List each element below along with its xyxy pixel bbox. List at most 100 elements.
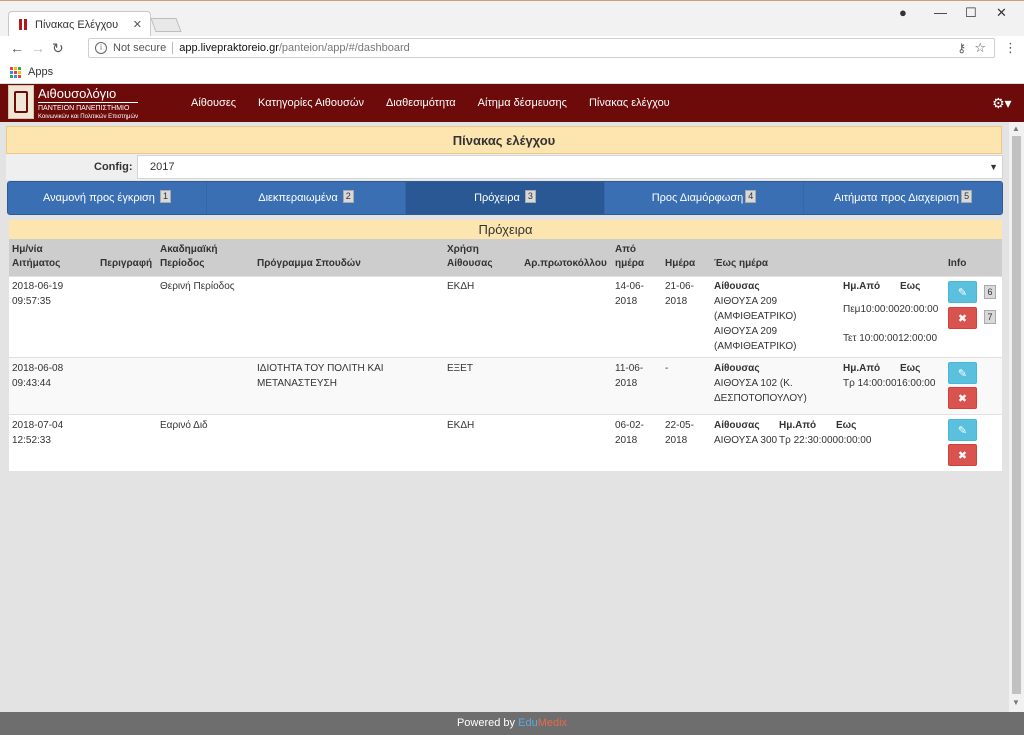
time-slot: Τετ 10:00:0012:00:00: [843, 333, 938, 344]
app-logo[interactable]: Αιθουσολόγιο ΠΑΝΤΕΙΟΝ ΠΑΝΕΠΙΣΤΗΜΙΟ Κοινω…: [8, 85, 178, 121]
count-badge: 5: [961, 190, 973, 203]
room-usage: ΕΞΕΤ: [447, 363, 473, 374]
table-row: 2018-06-08 09:43:44 ΙΔΙΟΤΗΤΑ ΤΟΥ ΠΟΛΙΤΗ Κ…: [9, 357, 1002, 414]
nav-availability[interactable]: Διαθεσιμότητα: [386, 97, 456, 109]
window-close-icon[interactable]: ✕: [996, 5, 1007, 21]
gear-icon[interactable]: ⚙▾: [992, 95, 1012, 112]
favicon-icon: [19, 19, 29, 30]
browser-tab[interactable]: Πίνακας Ελέγχου ✕: [8, 11, 151, 37]
apps-bookmark[interactable]: Apps: [28, 66, 53, 78]
scroll-thumb[interactable]: [1012, 136, 1021, 694]
drafts-table: Ημ/νία Αιτήματος Περιγραφή Ακαδημαϊκή Περί…: [9, 239, 1002, 471]
edit-button[interactable]: ✎: [948, 362, 977, 384]
request-date: 2018-07-04 12:52:33: [12, 420, 64, 446]
request-date: 2018-06-08 09:43:44: [12, 363, 64, 389]
config-select[interactable]: 2017 ▼: [137, 155, 1003, 179]
browser-menu-icon[interactable]: ⋮: [1004, 40, 1017, 56]
tab-title: Πίνακας Ελέγχου: [35, 18, 119, 31]
tab-completed[interactable]: Διεκπεραιωμένα 2: [207, 182, 406, 214]
config-label: Config:: [94, 161, 133, 173]
from-date: 14-06- 2018: [615, 281, 644, 307]
room-list: Αίθουσας ΑΙΘΟΥΣΑ 102 (Κ. ΔΕΣΠΟΤΟΠΟΥΛΟΥ): [714, 363, 807, 404]
back-icon[interactable]: ←: [10, 40, 24, 56]
close-icon: ✖: [957, 313, 968, 325]
col-until-day[interactable]: Έως ημέρα: [714, 257, 768, 271]
section-title: Πρόχειρα: [9, 220, 1002, 239]
time-slot: Τρ 14:00:0016:00:00: [843, 378, 936, 389]
key-icon[interactable]: ⚷: [957, 41, 966, 55]
delete-button[interactable]: ✖: [948, 444, 977, 466]
delete-button[interactable]: ✖: [948, 307, 977, 329]
time-slot: Τρ 22:30:0000:00:00: [779, 435, 872, 446]
app-navbar: Αιθουσολόγιο ΠΑΝΤΕΙΟΝ ΠΑΝΕΠΙΣΤΗΜΙΟ Κοινω…: [0, 84, 1024, 122]
footer: Powered by EduMedix: [0, 712, 1024, 735]
day-date: 21-06- 2018: [665, 281, 694, 307]
delete-button[interactable]: ✖: [948, 387, 977, 409]
tab-drafts[interactable]: Πρόχειρα 3: [406, 182, 605, 214]
minimize-icon[interactable]: —: [934, 5, 947, 20]
nav-room-categories[interactable]: Κατηγορίες Αιθουσών: [258, 97, 364, 109]
room-usage: ΕΚΔΗ: [447, 420, 475, 431]
apps-icon[interactable]: [10, 66, 21, 78]
star-icon[interactable]: ☆: [974, 40, 986, 56]
page-scrollbar[interactable]: ▲ ▼: [1009, 122, 1024, 712]
reload-icon[interactable]: ↻: [52, 40, 64, 57]
new-tab-button[interactable]: [150, 18, 182, 32]
bookmarks-bar: Apps: [0, 60, 1024, 84]
col-protocol[interactable]: Αρ.πρωτοκόλλου: [524, 257, 607, 271]
room-list: Αίθουσας ΑΙΘΟΥΣΑ 300: [714, 420, 778, 446]
config-row: Config: 2017 ▼: [6, 154, 1003, 180]
nav-dashboard[interactable]: Πίνακας ελέγχου: [589, 97, 670, 109]
url-host: app.livepraktoreio.gr: [179, 42, 279, 54]
sub-to-label: Εως: [836, 420, 857, 431]
col-usage[interactable]: Χρήση Αίθουσας: [447, 243, 493, 271]
id-badge: 6: [984, 285, 996, 299]
scroll-down-icon[interactable]: ▼: [1012, 698, 1020, 707]
academic-period: Θερινή Περίοδος: [160, 281, 235, 292]
browser-titlebar: Πίνακας Ελέγχου ✕ ● — ☐ ✕: [0, 0, 1024, 37]
url-path: /panteion/app/#/dashboard: [278, 42, 410, 54]
url-input[interactable]: i Not secure app.livepraktoreio.gr/pante…: [88, 38, 995, 58]
col-from-day[interactable]: Από ημέρα: [615, 243, 644, 271]
close-icon[interactable]: ✕: [133, 18, 142, 31]
scroll-up-icon[interactable]: ▲: [1012, 124, 1020, 133]
chevron-down-icon: ▼: [989, 162, 998, 172]
status-tabs: Αναμονή προς έγκριση 1 Διεκπεραιωμένα 2 …: [7, 181, 1003, 215]
logo-title: Αιθουσολόγιο: [38, 86, 139, 103]
count-badge: 3: [524, 190, 536, 203]
count-badge: 1: [160, 190, 172, 203]
col-period[interactable]: Ακαδημαϊκή Περίοδος: [160, 243, 218, 271]
tab-admin-requests[interactable]: Αιτήματα προς Διαχειριση 5: [804, 182, 1002, 214]
tab-pending-approval[interactable]: Αναμονή προς έγκριση 1: [8, 182, 207, 214]
id-badge: 7: [984, 310, 996, 324]
day-date: -: [665, 363, 669, 374]
col-date[interactable]: Ημ/νία Αιτήματος: [12, 243, 60, 271]
col-info[interactable]: Info: [948, 257, 966, 271]
maximize-icon[interactable]: ☐: [965, 5, 977, 21]
nav-rooms[interactable]: Αίθουσες: [191, 97, 236, 109]
page-title: Πίνακας ελέγχου: [6, 126, 1002, 154]
day-date: 22-05- 2018: [665, 420, 694, 446]
tab-to-configure[interactable]: Προς Διαμόρφωση 4: [605, 182, 804, 214]
info-icon[interactable]: i: [95, 42, 107, 54]
sub-from-label: Ημ.Από: [779, 420, 817, 431]
col-day[interactable]: Ημέρα: [665, 257, 695, 271]
edit-button[interactable]: ✎: [948, 281, 977, 303]
col-program[interactable]: Πρόγραμμα Σπουδών: [257, 257, 361, 271]
sub-to-label: Εως: [900, 363, 921, 374]
edit-button[interactable]: ✎: [948, 419, 977, 441]
study-program: ΙΔΙΟΤΗΤΑ ΤΟΥ ΠΟΛΙΤΗ ΚΑΙ ΜΕΤΑΝΑΣΤΕΥΣΗ: [257, 363, 384, 389]
col-description[interactable]: Περιγραφή: [100, 257, 152, 271]
forward-icon[interactable]: →: [31, 40, 45, 56]
profile-icon[interactable]: ●: [899, 5, 907, 20]
footer-brand-2[interactable]: Medix: [538, 717, 567, 729]
pencil-icon: ✎: [957, 287, 968, 299]
count-badge: 4: [745, 190, 757, 203]
pencil-icon: ✎: [957, 368, 968, 380]
close-icon: ✖: [957, 450, 968, 462]
close-icon: ✖: [957, 393, 968, 405]
footer-brand[interactable]: Edu: [518, 717, 538, 729]
nav-booking-request[interactable]: Αίτημα δέσμευσης: [478, 97, 567, 109]
room-usage: ΕΚΔΗ: [447, 281, 475, 292]
academic-period: Εαρινό Διδ: [160, 420, 208, 431]
